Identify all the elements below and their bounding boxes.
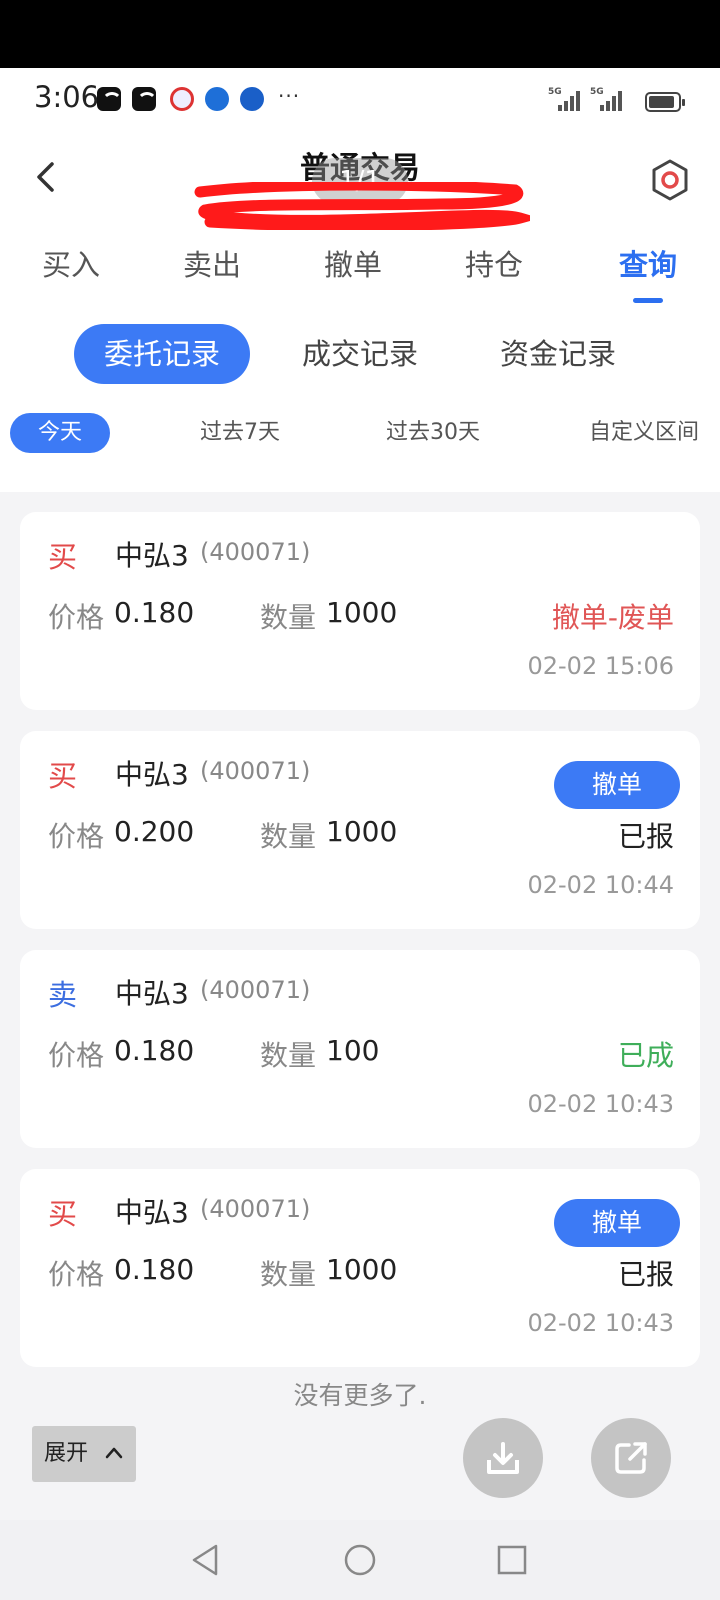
order-status: 已报 <box>617 820 674 853</box>
order-side: 卖 <box>48 978 78 1012</box>
tab-sell[interactable]: 卖出 <box>162 242 262 284</box>
price-value: 0.180 <box>114 596 195 629</box>
tab-cancel[interactable]: 撤单 <box>303 242 403 284</box>
stock-name: 中弘3 <box>115 539 189 572</box>
order-side: 买 <box>48 1197 78 1231</box>
order-status: 撤单-废单 <box>551 601 674 634</box>
price-value: 0.200 <box>114 815 195 848</box>
order-time: 02-02 10:43 <box>527 1309 674 1337</box>
browser-notification-icon <box>205 87 229 111</box>
download-icon <box>487 1442 519 1474</box>
signal-icon-2: 5G <box>590 87 622 111</box>
stock-name: 中弘3 <box>115 1196 189 1229</box>
quantity-label: 数量 <box>260 820 317 853</box>
order-card[interactable]: 买 中弘3 (400071) 撤单 价格 0.180 数量 1000 已报 02… <box>20 1169 700 1367</box>
more-notifications-icon: ··· <box>278 84 301 108</box>
order-side: 买 <box>48 759 78 793</box>
filter-today[interactable]: 今天 <box>10 413 110 453</box>
order-card[interactable]: 买 中弘3 (400071) 价格 0.180 数量 1000 撤单-废单 02… <box>20 512 700 710</box>
filter-custom-range[interactable]: 自定义区间 <box>574 413 714 453</box>
stock-code: (400071) <box>200 538 311 566</box>
order-status: 已报 <box>617 1258 674 1291</box>
order-card[interactable]: 卖 中弘3 (400071) 价格 0.180 数量 100 已成 02-02 … <box>20 950 700 1148</box>
stock-code: (400071) <box>200 757 311 785</box>
stock-code: (400071) <box>200 1195 311 1223</box>
stock-name: 中弘3 <box>115 758 189 791</box>
quantity-value: 1000 <box>326 596 398 629</box>
expand-label: 展开 <box>44 1441 89 1466</box>
quantity-value: 1000 <box>326 815 398 848</box>
wifi-icon-2 <box>132 87 157 111</box>
tab-query[interactable]: 查询 <box>598 242 698 284</box>
nav-home-icon[interactable] <box>340 1540 380 1580</box>
order-time: 02-02 15:06 <box>527 652 674 680</box>
nav-recents-icon[interactable] <box>492 1540 532 1580</box>
quantity-label: 数量 <box>260 1039 317 1072</box>
app-notification-icon-2 <box>240 87 264 111</box>
battery-icon <box>645 92 685 112</box>
settings-icon[interactable] <box>650 158 690 202</box>
price-label: 价格 <box>48 601 105 634</box>
app-notification-icon <box>170 87 194 111</box>
price-value: 0.180 <box>114 1253 195 1286</box>
order-time: 02-02 10:44 <box>527 871 674 899</box>
price-value: 0.180 <box>114 1034 195 1067</box>
filter-30days[interactable]: 过去30天 <box>368 413 498 453</box>
subtab-trades[interactable]: 成交记录 <box>280 324 440 384</box>
order-time: 02-02 10:43 <box>527 1090 674 1118</box>
price-label: 价格 <box>48 820 105 853</box>
price-label: 价格 <box>48 1258 105 1291</box>
cancel-order-button[interactable]: 撤单 <box>554 761 680 809</box>
nav-back-icon[interactable] <box>186 1540 226 1580</box>
order-side: 买 <box>48 540 78 574</box>
quantity-label: 数量 <box>260 1258 317 1291</box>
quantity-value: 100 <box>326 1034 380 1067</box>
quantity-value: 1000 <box>326 1253 398 1286</box>
stock-code: (400071) <box>200 976 311 1004</box>
share-button[interactable] <box>591 1418 671 1498</box>
status-time: 3:06 <box>34 80 100 114</box>
subtab-funds[interactable]: 资金记录 <box>478 324 638 384</box>
price-label: 价格 <box>48 1039 105 1072</box>
order-card[interactable]: 买 中弘3 (400071) 撤单 价格 0.200 数量 1000 已报 02… <box>20 731 700 929</box>
expand-button[interactable]: 展开 <box>32 1426 136 1482</box>
quantity-label: 数量 <box>260 601 317 634</box>
share-icon <box>615 1442 647 1474</box>
tab-buy[interactable]: 买入 <box>21 242 121 284</box>
camera-cutout-area <box>0 0 720 68</box>
tab-positions[interactable]: 持仓 <box>444 242 544 284</box>
cancel-order-button[interactable]: 撤单 <box>554 1199 680 1247</box>
active-tab-indicator <box>633 298 663 303</box>
stock-name: 中弘3 <box>115 977 189 1010</box>
no-more-text: 没有更多了. <box>293 1381 427 1410</box>
chevron-up-icon <box>105 1447 123 1459</box>
redaction-scribble <box>194 182 530 230</box>
subtab-orders[interactable]: 委托记录 <box>74 324 250 384</box>
order-status: 已成 <box>617 1039 674 1072</box>
download-button[interactable] <box>463 1418 543 1498</box>
wifi-icon <box>97 87 122 111</box>
signal-icon: 5G <box>548 87 580 111</box>
filter-7days[interactable]: 过去7天 <box>180 413 300 453</box>
